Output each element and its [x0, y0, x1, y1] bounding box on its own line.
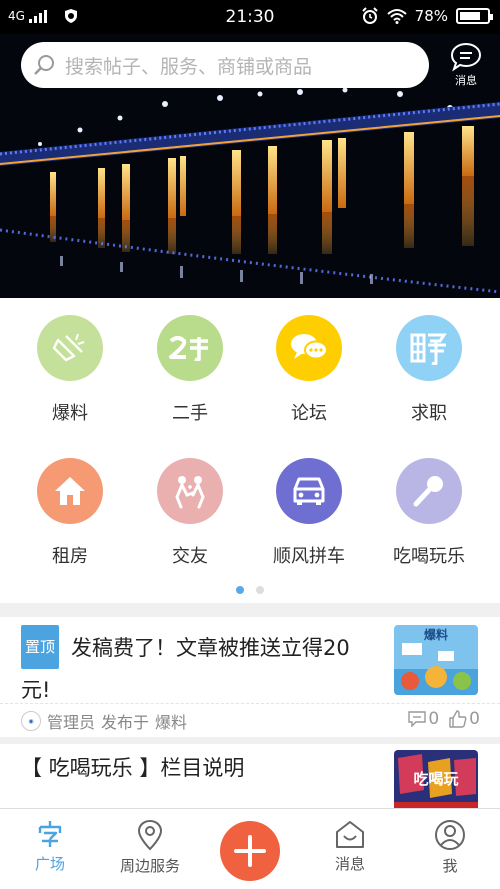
messages-button[interactable]: 消息 [446, 42, 486, 88]
post-stats: 0 0 [408, 709, 480, 729]
category-label: 爆料 [52, 403, 88, 424]
tab-label: 广场 [34, 855, 65, 873]
pinned-badge: 置顶 [21, 625, 60, 669]
divider [0, 703, 500, 704]
category-jiaoyou[interactable]: 交友 [130, 458, 250, 568]
post-title: 【 吃喝玩乐 】栏目说明 [21, 756, 245, 780]
page-dot-active [236, 586, 244, 594]
category-icon-bg [396, 315, 462, 381]
car-icon [293, 477, 325, 505]
search-placeholder: 搜索帖子、服务、商铺或商品 [65, 55, 313, 78]
location-pin-icon [137, 819, 163, 851]
post-thumbnail: 爆料 [394, 625, 478, 695]
like-count-value: 0 [469, 709, 480, 729]
like-count[interactable]: 0 [449, 709, 480, 729]
tab-label: 消息 [334, 855, 365, 873]
alarm-icon [361, 7, 378, 24]
category-icon-bg [396, 458, 462, 524]
category-icon-bg [276, 315, 342, 381]
search-icon [34, 55, 54, 75]
tab-label: 我 [442, 857, 458, 875]
status-bar: 4G 21:30 78% [0, 0, 500, 34]
category-label: 吃喝玩乐 [393, 546, 465, 567]
tab-me[interactable]: 我 [400, 819, 500, 876]
category-label: 二手 [172, 403, 208, 424]
tab-messages[interactable]: 消息 [300, 819, 400, 874]
app-screen: 4G 21:30 78% 搜索帖子、服务、商铺或商品 消息 爆料 二手 论坛 求… [0, 0, 500, 889]
status-right: 78% [361, 7, 493, 25]
tab-nearby-services[interactable]: 周边服务 [100, 819, 200, 876]
post-thumbnail-image: 吃喝玩 [394, 750, 478, 808]
tab-square[interactable]: 广场 [0, 819, 100, 874]
message-house-icon [336, 821, 364, 848]
category-label: 求职 [411, 403, 447, 424]
add-post-button[interactable] [220, 821, 280, 881]
avatar: ◉ [21, 711, 41, 731]
thumb-caption: 爆料 [424, 627, 448, 642]
chat-bubbles-icon [291, 334, 328, 360]
friends-icon [175, 476, 205, 509]
house-icon [55, 477, 85, 505]
category-icon-bg [37, 458, 103, 524]
megaphone-icon [52, 333, 85, 362]
battery-percent: 78% [414, 7, 448, 25]
post-title: 发稿费了！文章被推送立得20元! [21, 636, 350, 702]
category-icon-bg [157, 458, 223, 524]
post-title-block: 置顶 发稿费了！文章被推送立得20元! [21, 625, 376, 711]
wifi-icon [386, 9, 407, 24]
category-ershou[interactable]: 二手 [130, 315, 250, 425]
hero-banner[interactable]: 搜索帖子、服务、商铺或商品 消息 [0, 34, 500, 298]
category-label: 租房 [52, 546, 88, 567]
thumbs-up-icon [449, 710, 467, 728]
category-chihewanle[interactable]: 吃喝玩乐 [369, 458, 489, 568]
post-thumbnail: 吃喝玩 [394, 750, 478, 808]
category-carpool[interactable]: 顺风拼车 [249, 458, 369, 568]
post-card[interactable]: 【 吃喝玩乐 】栏目说明 吃喝玩 [0, 744, 500, 808]
post-board[interactable]: 爆料 [155, 709, 187, 733]
category-zufang[interactable]: 租房 [10, 458, 130, 568]
category-label: 顺风拼车 [273, 546, 345, 567]
post-thumbnail-image: 爆料 [394, 625, 478, 695]
category-label: 交友 [172, 546, 208, 567]
microphone-icon [413, 476, 443, 507]
category-label: 论坛 [291, 403, 327, 424]
bottom-tab-bar: 广场 周边服务 消息 我 [0, 808, 500, 889]
category-grid: 爆料 二手 论坛 求职 租房 交友 顺风拼车 吃喝玩乐 [0, 298, 500, 603]
second-hand-icon [169, 336, 208, 361]
category-luntan[interactable]: 论坛 [249, 315, 369, 425]
comment-count[interactable]: 0 [408, 709, 439, 729]
comment-icon [408, 711, 427, 727]
battery-icon [456, 8, 493, 24]
square-icon [38, 821, 62, 847]
battery-fill [460, 12, 481, 20]
page-indicator [0, 586, 500, 594]
person-icon [435, 820, 465, 850]
messages-label: 消息 [455, 74, 477, 87]
comment-count-value: 0 [428, 709, 440, 729]
post-card[interactable]: 置顶 发稿费了！文章被推送立得20元! 爆料 ◉ 管理员 发布于 爆料 0 0 [0, 617, 500, 737]
category-icon-bg [37, 315, 103, 381]
category-icon-bg [276, 458, 342, 524]
chat-bubble-icon [450, 42, 482, 72]
post-author[interactable]: 管理员 [47, 709, 95, 733]
post-meta: ◉ 管理员 发布于 爆料 [21, 709, 193, 733]
plus-icon [234, 835, 266, 867]
category-baoliao[interactable]: 爆料 [10, 315, 130, 425]
thumb-caption: 吃喝玩 [413, 770, 458, 788]
page-dot [256, 586, 264, 594]
search-input[interactable]: 搜索帖子、服务、商铺或商品 [21, 42, 429, 88]
category-icon-bg [157, 315, 223, 381]
category-qiuzhi[interactable]: 求职 [369, 315, 489, 425]
tab-label: 周边服务 [119, 857, 180, 875]
post-action: 发布于 [101, 713, 150, 732]
recruit-icon [410, 333, 447, 365]
